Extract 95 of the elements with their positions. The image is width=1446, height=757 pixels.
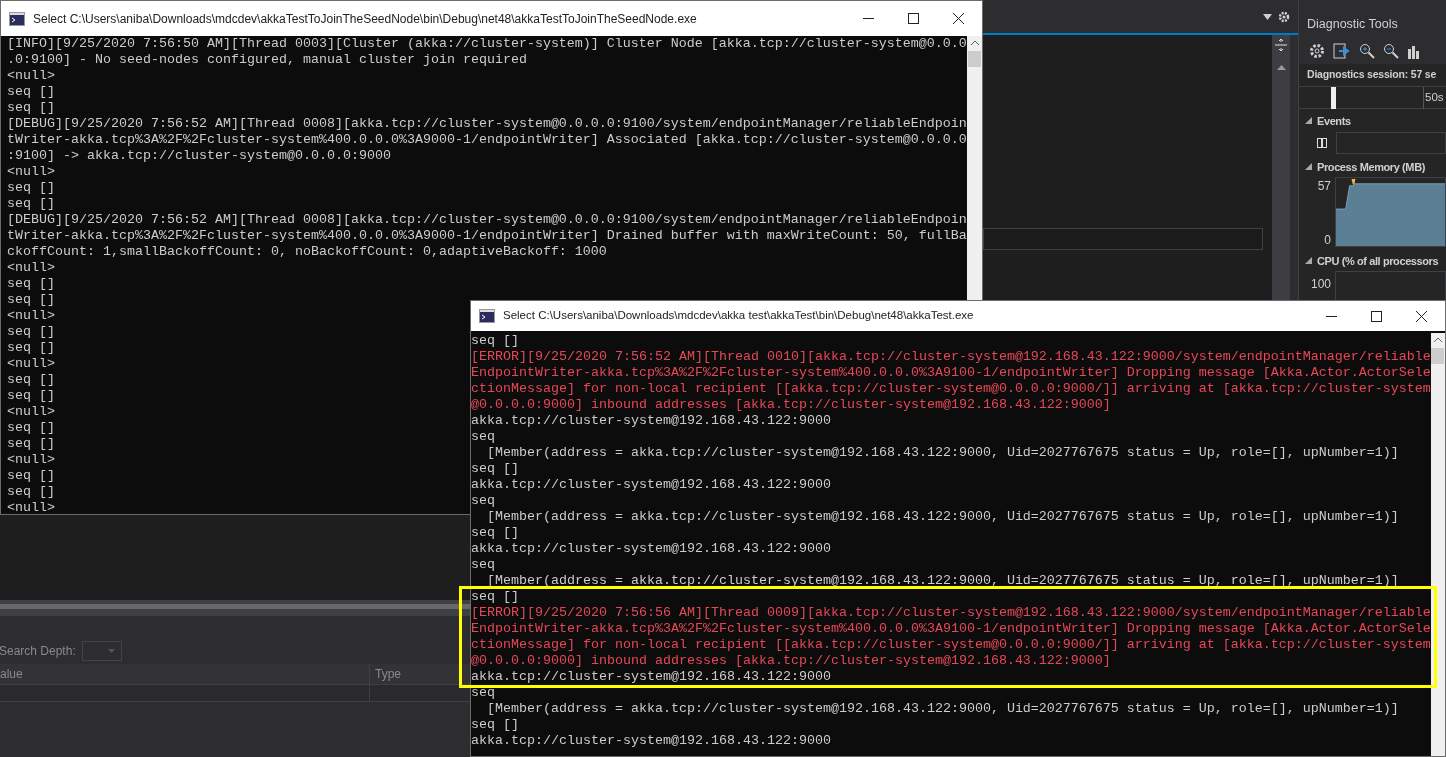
console-line: seq [] [7,484,55,500]
console-line: seq [471,493,495,509]
settings-icon[interactable] [1309,43,1325,59]
axis-label: 0 [1324,232,1331,249]
close-icon[interactable] [1416,310,1427,322]
console-line: tWriter-akka.tcp%3A%2F%2Fcluster-system%400.0.0.0%3A9000-1/endpointWriter] Associated [akka.tcp://cluster-system@0.0.0.0 [7,132,967,148]
timeline-ruler[interactable]: 50s [1299,87,1446,109]
console-line: seq [] [7,276,55,292]
console-line: seq [] [7,84,55,100]
error-line: [ERROR][9/25/2020 7:56:52 AM][Thread 0010][akka.tcp://cluster-system@192.168.43.122:9000/system/endpointManager/reliable [471,349,1431,365]
column-header[interactable]: Type [370,664,464,684]
error-line: [ERROR][9/25/2020 7:56:56 AM][Thread 0009][akka.tcp://cluster-system@192.168.43.122:9000/system/endpointManager/reliable [471,605,1431,621]
console-line: seq [471,429,495,445]
console-line: <null> [7,260,55,276]
console-line: [Member(address = akka.tcp://cluster-system@192.168.43.122:9000, Uid=2027767675 status = Up, role=[], upNumber=1)] [486,445,1399,461]
console-line: <null> [7,164,55,180]
axis-label: 57 [1317,178,1331,195]
error-line: @0.0.0.0:9000] inbound addresses [akka.tcp://cluster-system@192.168.43.122:9000] [471,653,1111,669]
error-line: ctionMessage] for non-local recipient [[akka.tcp://cluster-system@0.0.0.0:9000/]] arriving at [akka.tcp://cluster-system [471,381,1431,397]
section-title: Process Memory (MB) [1317,159,1425,175]
axis-label: 100 [1310,276,1331,293]
pause-icon[interactable] [1317,138,1327,148]
console-icon [9,11,25,26]
console-line: seq [] [7,196,55,212]
console-line: seq [471,557,495,573]
console-line: [Member(address = akka.tcp://cluster-system@192.168.43.122:9000, Uid=2027767675 status = Up, role=[], upNumber=1)] [486,701,1399,717]
expander-icon[interactable] [1305,257,1313,265]
scroll-up-icon[interactable] [970,40,979,45]
console-line: seq [] [471,333,519,349]
search-depth-label: Search Depth: [0,643,76,660]
console-line: <null> [7,68,55,84]
console-line: .0:9100] - No seed-nodes configured, manual cluster join required [7,52,527,68]
gear-icon[interactable] [1278,10,1290,23]
console-line: tWriter-akka.tcp%3A%2F%2Fcluster-system%400.0.0.0%3A9000-1/endpointWriter] Drained buffer with maxWriteCount: 50, fullBa [7,228,967,244]
console-line: [DEBUG][9/25/2020 7:56:52 AM][Thread 0008][akka.tcp://cluster-system@0.0.0.0:9100/system/endpointManager/reliableEndpoin [7,116,967,132]
console-line: seq [] [471,589,519,605]
console-line: akka.tcp://cluster-system@192.168.43.122:9000 [471,413,831,429]
section-title: CPU (% of all processors [1317,253,1439,269]
scroll-thumb[interactable] [968,51,981,67]
console-line: <null> [7,404,55,420]
console-line: akka.tcp://cluster-system@192.168.43.122:9000 [471,477,831,493]
bar-chart-icon[interactable] [1407,43,1421,59]
scroll-up-icon[interactable] [1433,337,1442,342]
panel-title: Diagnostic Tools [1307,16,1398,34]
console-line: seq [] [7,324,55,340]
console-line: akka.tcp://cluster-system@192.168.43.122:9000 [471,669,831,685]
caret-icon[interactable] [1263,13,1272,20]
console-line: <null> [7,356,55,372]
console-line: ckoffCount: 1,smallBackoffCount: 0, noBackoffCount: 0,adaptiveBackoff: 1000 [7,244,607,260]
console-line: seq [] [7,100,55,116]
console-line: seq [471,685,495,701]
console-line: [Member(address = akka.tcp://cluster-system@192.168.43.122:9000, Uid=2027767675 status = Up, role=[], upNumber=1)] [486,509,1399,525]
scroll-up-icon[interactable] [1276,65,1286,70]
scrollbar[interactable] [1272,35,1290,300]
caret-icon [107,649,115,653]
maximize-icon[interactable] [1371,310,1382,322]
console-line: akka.tcp://cluster-system@192.168.43.122:9000 [471,541,831,557]
console-line: seq [] [7,340,55,356]
console-line: <null> [7,452,55,468]
console-line: seq [] [7,388,55,404]
input-field[interactable] [983,228,1263,250]
zoom-in-icon[interactable] [1359,43,1375,59]
split-icon[interactable] [1275,39,1287,51]
scroll-thumb[interactable] [1431,348,1445,364]
timeline-label: 50s [1425,89,1444,105]
console-line: seq [] [471,525,519,541]
error-line: ctionMessage] for non-local recipient [[akka.tcp://cluster-system@0.0.0.0:9000/]] arriving at [akka.tcp://cluster-system [471,637,1431,653]
window-title: Select C:\Users\aniba\Downloads\mdcdev\akka test\akkaTest\bin\Debug\net48\akkaTest.exe [503,308,975,324]
console-line: akka.tcp://cluster-system@192.168.43.122:9000 [471,733,831,749]
console-icon [479,309,495,323]
section-title: Events [1317,113,1351,129]
error-line: EndpointWriter-akka.tcp%3A%2F%2Fcluster-system%400.0.0.0%3A9100-1/endpointWriter] Dropping message [Akka.Actor.ActorSele [471,365,1431,381]
console-line: <null> [7,500,55,516]
window-title: Select C:\Users\aniba\Downloads\mdcdev\akkaTestToJoinTheSeedNode\bin\Debug\net48\akkaTestToJoinTheSeedNode.exe [33,10,698,28]
console-line: seq [] [7,292,55,308]
console-line: seq [] [7,468,55,484]
console-line: :9100] -> akka.tcp://cluster-system@0.0.0.0:9000 [7,148,391,164]
session-label: Diagnostics session: 57 se [1307,67,1437,83]
expander-icon[interactable] [1305,117,1313,125]
console-line: [DEBUG][9/25/2020 7:56:52 AM][Thread 0008][akka.tcp://cluster-system@0.0.0.0:9100/system/endpointManager/reliableEndpoin [7,212,967,228]
console-line: seq [] [7,420,55,436]
maximize-icon[interactable] [908,13,919,24]
expander-icon[interactable] [1305,163,1313,171]
zoom-out-icon[interactable] [1383,43,1399,59]
export-icon[interactable] [1333,43,1351,59]
close-icon[interactable] [953,13,964,24]
console-line: seq [] [7,436,55,452]
error-line: @0.0.0.0:9000] inbound addresses [akka.tcp://cluster-system@192.168.43.122:9000] [471,397,1111,413]
error-line: EndpointWriter-akka.tcp%3A%2F%2Fcluster-system%400.0.0.0%3A9100-1/endpointWriter] Dropping message [Akka.Actor.ActorSele [471,621,1431,637]
console-line: <null> [7,308,55,324]
console-line: seq [] [7,372,55,388]
console-line: seq [] [7,180,55,196]
console-line: [INFO][9/25/2020 7:56:50 AM][Thread 0003][Cluster (akka://cluster-system)] Cluster Node [akka.tcp://cluster-system@0.0.0 [7,36,967,52]
console-line: seq [] [471,717,519,733]
console-line: seq [] [471,461,519,477]
